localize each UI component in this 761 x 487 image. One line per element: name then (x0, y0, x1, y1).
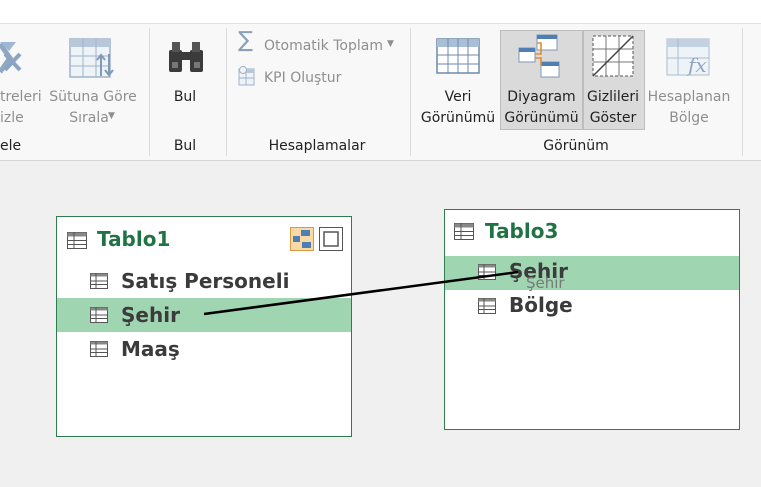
chevron-down-icon: ▼ (108, 111, 115, 121)
diagram-view-line2: Görünümü (504, 110, 579, 126)
svg-text:fx: fx (686, 53, 707, 77)
group-separator (226, 28, 227, 156)
filter-button-line2[interactable]: izle (0, 108, 24, 128)
diagram-view-icon (518, 34, 560, 78)
title-strip (0, 0, 761, 23)
sort-by-column-line1[interactable]: Sütuna Göre (49, 87, 137, 107)
filter-group-label: ele (0, 138, 22, 154)
clear-filter-icon[interactable] (0, 36, 24, 76)
create-kpi-button[interactable]: KPI Oluştur (264, 68, 341, 88)
data-view-icon[interactable] (436, 38, 482, 78)
sort-by-column-line2[interactable]: Sırala (49, 108, 129, 128)
view-group-label: Görünüm (543, 138, 609, 154)
filter-button-line1[interactable]: treleri (0, 87, 42, 107)
autosum-button[interactable]: Otomatik Toplam (264, 36, 383, 56)
autosum-icon: ∑ (238, 28, 253, 53)
diagram-canvas[interactable]: Tablo1 Satış Personeli Şehir Maaş Tablo3 (0, 160, 761, 487)
group-separator (149, 28, 150, 156)
group-separator (742, 28, 743, 156)
diagram-view-line1: Diyagram (507, 89, 576, 105)
calculation-area-icon[interactable]: fx (666, 38, 712, 78)
show-hidden-icon (592, 35, 634, 77)
data-view-line2[interactable]: Görünümü (416, 108, 500, 128)
calculations-group-label: Hesaplamalar (268, 138, 366, 154)
binoculars-icon[interactable] (166, 40, 206, 76)
data-view-line1[interactable]: Veri (416, 87, 500, 107)
find-button[interactable]: Bul (160, 87, 210, 107)
chevron-down-icon: ▼ (387, 39, 394, 49)
relationship-drag-line (203, 270, 519, 316)
calculation-area-line2[interactable]: Bölge (645, 108, 733, 128)
kpi-icon (238, 66, 255, 86)
calculation-area-line1[interactable]: Hesaplanan (645, 87, 733, 107)
show-hidden-line2: Göster (589, 110, 637, 126)
sort-by-column-icon[interactable] (69, 38, 117, 80)
find-group-label: Bul (173, 138, 197, 154)
show-hidden-line1: Gizlileri (586, 89, 639, 105)
group-separator (410, 28, 411, 156)
ribbon: treleri izle ele Sütuna Göre Sırala ▼ Bu… (0, 23, 761, 161)
